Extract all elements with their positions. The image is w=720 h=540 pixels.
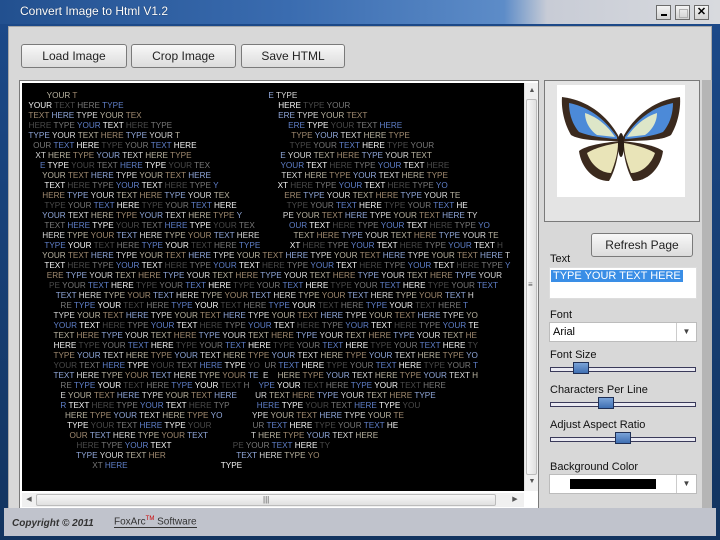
text-label: Text — [550, 253, 571, 265]
crop-image-button[interactable]: Crop Image — [131, 44, 236, 68]
ascii-art-line: R TEXT HERE TYPE YOUR TEXT HERE TYP HERE… — [60, 401, 421, 410]
source-image-preview — [544, 80, 700, 222]
ascii-art-line: TEXT HERE TYPE YOUR TEX ERE TYPE YOUR TE… — [28, 111, 368, 120]
chars-per-line-label: Characters Per Line — [550, 384, 648, 396]
ascii-art-line: YOUR TEXT HERE TYPE YOUR TEXT HERE TYPE … — [42, 251, 510, 260]
ascii-art-line: HERE TYPE YOUR TEXT HERE TYPE YOUR TEXT … — [53, 341, 479, 350]
ascii-art-line: YOUR TEXT HERE TYPE YOUR TEXT HERE TEXT … — [42, 171, 448, 180]
ascii-art-line: OUR TEXT HERE TYPE YOUR TEXT T HERE TYPE… — [69, 431, 379, 440]
horizontal-scrollbar[interactable]: ◀ ||| ▶ — [22, 493, 524, 507]
chars-per-line-slider[interactable] — [550, 397, 696, 411]
html-preview-pane: YOUR T E TYPE YOUR TEXT HERE TYPE HERE T… — [19, 80, 539, 510]
grip-icon: ≡ — [528, 280, 533, 289]
font-select[interactable]: Arial ▼ — [549, 322, 697, 342]
font-size-slider[interactable] — [550, 362, 696, 376]
title-bar[interactable]: Convert Image to Html V1.2 ✕ — [0, 0, 720, 24]
copyright-text: Copyright © 2011 — [12, 518, 94, 529]
ascii-art-line: XT HERE TYPE — [92, 461, 243, 470]
minimize-button[interactable] — [656, 5, 671, 20]
company-name: FoxArc — [114, 516, 146, 528]
font-select-value: Arial — [553, 326, 576, 338]
ascii-art-line: TEXT HERE TYPE YOUR TEXT HERE TYPE YOUR … — [53, 331, 477, 340]
ascii-art-line: RE TYPE YOUR TEXT HERE TYPE YOUR TEXT HE… — [60, 301, 469, 310]
ascii-art-line: YOUR TEXT HERE TYPE YOUR TEXT HERE TYPE … — [53, 361, 478, 370]
slider-thumb[interactable] — [573, 362, 589, 374]
ascii-art-line: YOUR T E TYPE — [46, 91, 298, 100]
ascii-art-line: ERE TYPE YOUR TEXT HERE TYPE YOUR TEXT H… — [46, 271, 503, 280]
font-label: Font — [550, 309, 573, 321]
font-size-label: Font Size — [550, 349, 597, 361]
app-window: Convert Image to Html V1.2 ✕ Load Image … — [0, 0, 720, 540]
ascii-art-line: YOUR TEXT HERE TYPE YOUR TEXT HERE TYPE … — [53, 321, 479, 330]
ascii-art-line: TEXT HERE TYPE YOUR TEXT HERE TYPE YOUR … — [55, 291, 474, 300]
ascii-art-line: PE YOUR TEXT HERE TYPE YOUR TEXT HERE TY… — [49, 281, 498, 290]
ascii-art-line: HERE TYPE YOUR TEXT HERE TYPE ERE TYPE Y… — [28, 121, 403, 130]
ascii-art-output: YOUR T E TYPE YOUR TEXT HERE TYPE HERE T… — [22, 83, 524, 491]
footer: Copyright © 2011 FoxArcTM Software — [4, 508, 716, 536]
refresh-page-button[interactable]: Refresh Page — [591, 233, 693, 257]
sidebar-scroll-region — [702, 80, 712, 510]
text-input-value: TYPE YOUR TEXT HERE — [551, 270, 683, 282]
close-button[interactable]: ✕ — [694, 5, 709, 20]
ascii-art-line: TYPE YOUR TEXT HERE TYPE YOUR TEXT HERE … — [44, 201, 468, 210]
scroll-down-icon[interactable]: ▼ — [527, 478, 537, 488]
ascii-art-line: OUR TEXT HERE TYPE YOUR TEXT HERE TYPE Y… — [33, 141, 435, 150]
ascii-art-line: TEXT HERE TYPE YOUR TEXT HERE TYPE YOUR … — [44, 261, 511, 270]
ascii-art-line: HERE TYPE YOUR TEXT HERE TYPE YO YPE YOU… — [64, 411, 405, 420]
ascii-art-line: TYPE YOUR TEXT HERE TYPE YOUR UR TEXT HE… — [67, 421, 399, 430]
grip-icon: ||| — [263, 495, 270, 504]
color-swatch — [570, 479, 656, 489]
aspect-ratio-label: Adjust Aspect Ratio — [550, 419, 646, 431]
ascii-art-line: XT HERE TYPE YOUR TEXT HERE TYPE E YOUR … — [35, 151, 432, 160]
ascii-art-line: E YOUR TEXT HERE TYPE YOUR TEXT HERE UR … — [60, 391, 436, 400]
chevron-down-icon[interactable]: ▼ — [676, 323, 696, 341]
slider-thumb[interactable] — [615, 432, 631, 444]
ascii-art-line: TYPE YOUR TEXT HER TEXT HERE TYPE YO — [76, 451, 320, 460]
window-title: Convert Image to Html V1.2 — [20, 4, 169, 18]
maximize-button[interactable] — [675, 5, 690, 20]
ascii-art-line: RE TYPE YOUR TEXT HERE TYPE YOUR TEXT H … — [60, 381, 446, 390]
ascii-art-line: TEXT HERE TYPE YOUR TEXT HERE TYPE YOUR … — [44, 221, 490, 230]
aspect-ratio-slider[interactable] — [550, 432, 696, 446]
load-image-button[interactable]: Load Image — [21, 44, 127, 68]
ascii-art-line: YOUR TEXT HERE TYPE HERE TYPE YOUR — [28, 101, 351, 110]
ascii-art-line: TYPE YOUR TEXT HERE TYPE YOUR T TYPE YOU… — [28, 131, 410, 140]
save-html-button[interactable]: Save HTML — [241, 44, 345, 68]
background-color-label: Background Color — [550, 461, 639, 473]
ascii-art-line: TYPE YOUR TEXT HERE TYPE YOUR TEXT HERE … — [53, 311, 478, 320]
ascii-art-line: TEXT HERE TYPE YOUR TEXT HERE TYPE Y XT … — [44, 181, 448, 190]
ascii-art-line: TYPE YOUR TEXT HERE TYPE YOUR TEXT HERE … — [53, 351, 478, 360]
slider-thumb[interactable] — [598, 397, 614, 409]
ascii-art-line: E TYPE YOUR TEXT HERE TYPE YOUR TEX YOUR… — [39, 161, 450, 170]
company-link[interactable]: FoxArcTM Software — [114, 516, 197, 529]
ascii-art-line: HERE TYPE YOUR TEXT PE YOUR TEXT HERE TY — [76, 441, 331, 450]
ascii-art-line: TYPE YOUR TEXT HERE TYPE YOUR TEXT HERE … — [44, 241, 503, 250]
scroll-left-icon[interactable]: ◀ — [24, 495, 34, 505]
butterfly-image — [557, 85, 685, 197]
slider-track — [550, 402, 696, 407]
slider-track — [550, 367, 696, 372]
scroll-up-icon[interactable]: ▲ — [527, 87, 537, 97]
vertical-scroll-thumb[interactable]: ≡ — [526, 99, 537, 475]
scroll-right-icon[interactable]: ▶ — [510, 495, 520, 505]
horizontal-scroll-thumb[interactable]: ||| — [36, 494, 496, 506]
ascii-art-line: TEXT HERE TYPE YOUR TEXT HERE TYPE YOUR … — [53, 371, 479, 380]
vertical-scrollbar[interactable]: ▲ ≡ ▼ — [524, 83, 538, 491]
text-input[interactable]: TYPE YOUR TEXT HERE — [549, 267, 697, 299]
client-area: Load Image Crop Image Save HTML YOUR T E… — [8, 26, 712, 510]
background-color-select[interactable]: ▼ — [549, 474, 697, 494]
chevron-down-icon[interactable]: ▼ — [676, 475, 696, 493]
ascii-art-line: HERE TYPE YOUR TEXT HERE TYPE YOUR TEX E… — [42, 191, 461, 200]
ascii-art-line: HERE TYPE YOUR TEXT HERE TYPE YOUR TEXT … — [42, 231, 499, 240]
ascii-art-line: YOUR TEXT HERE TYPE YOUR TEXT HERE TYPE … — [42, 211, 478, 220]
company-suffix: Software — [154, 516, 197, 528]
